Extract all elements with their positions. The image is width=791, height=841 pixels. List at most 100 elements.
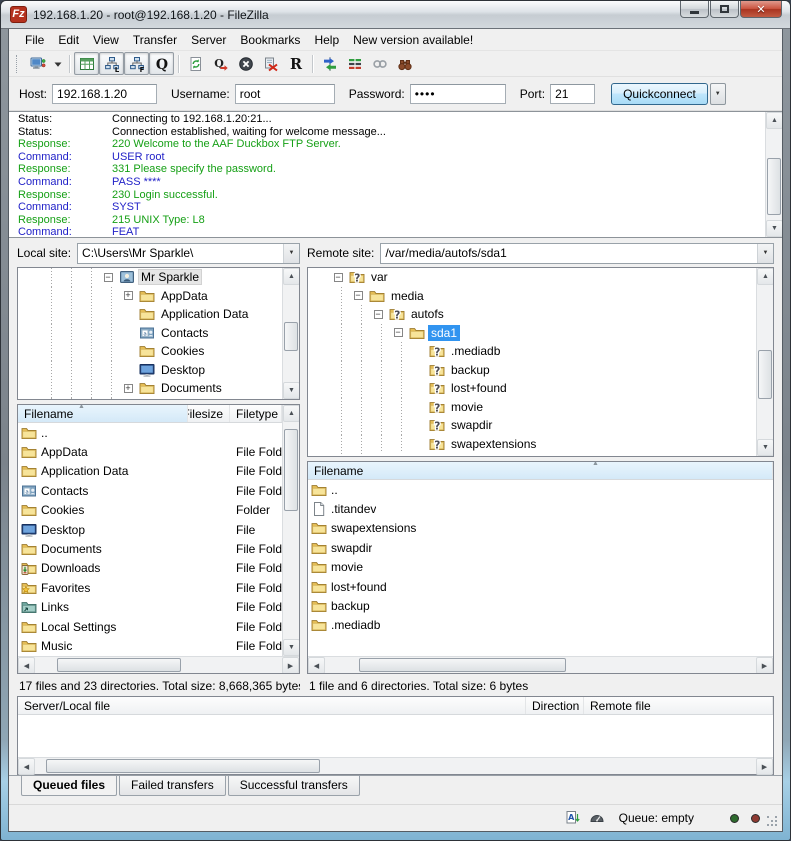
file-row-titandev[interactable]: .titandev bbox=[308, 499, 773, 518]
file-row-music[interactable]: MusicFile Folder bbox=[18, 636, 282, 655]
scroll-down-icon[interactable]: ▼ bbox=[283, 382, 300, 399]
column-header-filetype[interactable]: Filetype bbox=[230, 405, 282, 422]
directory-filter-button[interactable] bbox=[342, 52, 367, 75]
local-site-combo[interactable]: C:\Users\Mr Sparkle\ ▼ bbox=[77, 243, 300, 264]
menu-item-transfer[interactable]: Transfer bbox=[126, 30, 184, 50]
find-files-button[interactable] bbox=[392, 52, 417, 75]
cancel-button[interactable] bbox=[233, 52, 258, 75]
remote-list-horizontal-scrollbar[interactable]: ◀ ▶ bbox=[308, 656, 773, 673]
remote-site-combo[interactable]: /var/media/autofs/sda1 ▼ bbox=[380, 243, 774, 264]
column-header-filesize[interactable]: Filesize bbox=[188, 405, 230, 422]
expander-minus-icon[interactable]: − bbox=[104, 273, 113, 282]
directory-comparison-button[interactable] bbox=[317, 52, 342, 75]
pane-splitter[interactable] bbox=[300, 242, 307, 694]
refresh-button[interactable] bbox=[183, 52, 208, 75]
site-manager-dropdown[interactable] bbox=[50, 52, 65, 75]
file-row-documents[interactable]: DocumentsFile Folder bbox=[18, 539, 282, 558]
file-row-appdata[interactable]: AppDataFile Folder bbox=[18, 442, 282, 461]
column-header-filename[interactable]: ▲Filename bbox=[308, 462, 773, 479]
toggle-remote-tree-button[interactable] bbox=[124, 52, 149, 75]
file-row-contacts[interactable]: ContactsFile Folder bbox=[18, 481, 282, 500]
tab-successful-transfers[interactable]: Successful transfers bbox=[228, 776, 360, 796]
quickconnect-button[interactable]: Quickconnect bbox=[611, 83, 708, 105]
expander-minus-icon[interactable]: − bbox=[354, 291, 363, 300]
resize-grip[interactable] bbox=[767, 816, 779, 828]
scroll-right-icon[interactable]: ▶ bbox=[756, 657, 773, 674]
password-input[interactable] bbox=[410, 84, 506, 104]
file-row-favorites[interactable]: FavoritesFile Folder bbox=[18, 578, 282, 597]
synchronized-browsing-button[interactable] bbox=[367, 52, 392, 75]
menu-item-server[interactable]: Server bbox=[184, 30, 233, 50]
scroll-up-icon[interactable]: ▲ bbox=[283, 405, 300, 422]
tree-item-appdata[interactable]: +AppData bbox=[18, 287, 282, 306]
tree-item-swapdir[interactable]: swapdir bbox=[308, 416, 756, 435]
reconnect-button[interactable] bbox=[283, 52, 308, 75]
log-vertical-scrollbar[interactable]: ▲ ▼ bbox=[765, 112, 782, 237]
file-row-links[interactable]: LinksFile Folder bbox=[18, 598, 282, 617]
scroll-left-icon[interactable]: ◀ bbox=[308, 657, 325, 674]
toggle-queue-button[interactable] bbox=[149, 52, 174, 75]
scroll-up-icon[interactable]: ▲ bbox=[757, 268, 774, 285]
scroll-up-icon[interactable]: ▲ bbox=[283, 268, 300, 285]
tree-item-swapextensions[interactable]: swapextensions bbox=[308, 435, 756, 454]
column-header-filename[interactable]: ▲Filename bbox=[18, 405, 188, 422]
queue-column-header-direction[interactable]: Direction bbox=[526, 697, 584, 714]
expander-minus-icon[interactable]: − bbox=[334, 273, 343, 282]
tree-item-cookies[interactable]: Cookies bbox=[18, 342, 282, 361]
file-row-up[interactable]: .. bbox=[308, 480, 773, 499]
queue-column-header-remote-file[interactable]: Remote file bbox=[584, 697, 773, 714]
expander-plus-icon[interactable]: + bbox=[124, 384, 133, 393]
file-row-cookies[interactable]: CookiesFolder bbox=[18, 501, 282, 520]
queue-column-header-server-local-file[interactable]: Server/Local file bbox=[18, 697, 526, 714]
tree-item-dvd[interactable]: dvd bbox=[308, 453, 756, 456]
local-list-vertical-scrollbar[interactable]: ▲ ▼ bbox=[282, 405, 299, 656]
file-row-local-settings[interactable]: Local SettingsFile Folder bbox=[18, 617, 282, 636]
host-input[interactable] bbox=[52, 84, 157, 104]
menu-item-new-version-available[interactable]: New version available! bbox=[346, 30, 480, 50]
toolbar-grip[interactable] bbox=[16, 55, 19, 73]
local-tree-vertical-scrollbar[interactable]: ▲ ▼ bbox=[282, 268, 299, 399]
file-row-mediadb[interactable]: .mediadb bbox=[308, 616, 773, 635]
scroll-left-icon[interactable]: ◀ bbox=[18, 657, 35, 674]
tree-item-var[interactable]: −var bbox=[308, 268, 756, 287]
tab-failed-transfers[interactable]: Failed transfers bbox=[119, 776, 226, 796]
file-row-swapdir[interactable]: swapdir bbox=[308, 538, 773, 557]
tree-item-lost-found[interactable]: lost+found bbox=[308, 379, 756, 398]
file-row-application-data[interactable]: Application DataFile Folder bbox=[18, 462, 282, 481]
scroll-right-icon[interactable]: ▶ bbox=[282, 657, 299, 674]
file-row-swapextensions[interactable]: swapextensions bbox=[308, 519, 773, 538]
file-row-desktop[interactable]: DesktopFile bbox=[18, 520, 282, 539]
local-list-horizontal-scrollbar[interactable]: ◀ ▶ bbox=[18, 656, 299, 673]
tree-item-sda1[interactable]: −sda1 bbox=[308, 324, 756, 343]
minimize-button[interactable] bbox=[680, 1, 709, 18]
title-bar[interactable]: Fz 192.168.1.20 - root@192.168.1.20 - Fi… bbox=[1, 1, 790, 29]
site-manager-button[interactable] bbox=[25, 52, 50, 75]
tree-item-media[interactable]: −media bbox=[308, 287, 756, 306]
scroll-up-icon[interactable]: ▲ bbox=[766, 112, 782, 129]
scroll-down-icon[interactable]: ▼ bbox=[283, 639, 300, 656]
expander-plus-icon[interactable]: + bbox=[124, 291, 133, 300]
toggle-local-tree-button[interactable] bbox=[99, 52, 124, 75]
caret-down-icon[interactable]: ▼ bbox=[283, 244, 299, 263]
scroll-down-icon[interactable]: ▼ bbox=[766, 220, 782, 237]
process-queue-button[interactable] bbox=[208, 52, 233, 75]
tab-queued-files[interactable]: Queued files bbox=[21, 776, 117, 796]
username-input[interactable] bbox=[235, 84, 335, 104]
file-row-up[interactable]: .. bbox=[18, 423, 282, 442]
maximize-button[interactable] bbox=[710, 1, 739, 18]
tree-item-movie[interactable]: movie bbox=[308, 398, 756, 417]
scroll-down-icon[interactable]: ▼ bbox=[757, 439, 774, 456]
tree-item-mediadb[interactable]: .mediadb bbox=[308, 342, 756, 361]
tree-item-desktop[interactable]: Desktop bbox=[18, 361, 282, 380]
queue-horizontal-scrollbar[interactable]: ◀ ▶ bbox=[18, 757, 773, 774]
tree-item-autofs[interactable]: −autofs bbox=[308, 305, 756, 324]
remote-tree-vertical-scrollbar[interactable]: ▲ ▼ bbox=[756, 268, 773, 456]
file-row-backup[interactable]: backup bbox=[308, 596, 773, 615]
menu-item-file[interactable]: File bbox=[18, 30, 51, 50]
menu-item-help[interactable]: Help bbox=[307, 30, 346, 50]
close-button[interactable]: ✕ bbox=[740, 1, 782, 18]
disconnect-button[interactable] bbox=[258, 52, 283, 75]
port-input[interactable] bbox=[550, 84, 595, 104]
toggle-message-log-button[interactable] bbox=[74, 52, 99, 75]
tree-item-documents[interactable]: +Documents bbox=[18, 379, 282, 398]
